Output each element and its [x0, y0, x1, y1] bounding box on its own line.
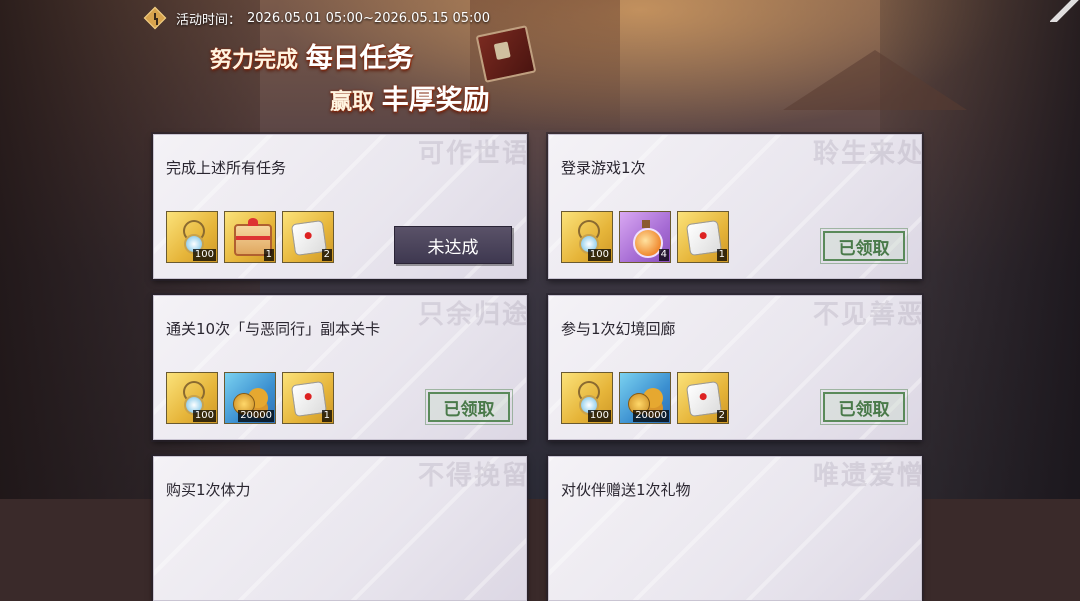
card-watermark-text: 只余归途 [417, 300, 527, 330]
reward-count: 100 [192, 410, 216, 422]
reward-count: 4 [658, 249, 669, 261]
claimed-stamp: 已领取 [425, 389, 513, 425]
card-watermark-text: 不得挽留 [417, 461, 527, 491]
event-time-bar: 活动时间： 2026.05.01 05:00~2026.05.15 05:00 [144, 7, 490, 29]
task-card: 不见善恶参与1次幻境回廊 100 20000 2 已领取 [548, 295, 922, 440]
reward-list: 100 4 1 [561, 211, 729, 263]
card-watermark-text: 唯遗爱憎 [812, 461, 922, 491]
reward-item[interactable]: 100 [166, 211, 218, 263]
reward-item[interactable]: 100 [561, 211, 613, 263]
task-card: 不得挽留购买1次体力 [153, 456, 527, 601]
pendant-icon [574, 381, 600, 415]
reward-item[interactable]: 20000 [224, 372, 276, 424]
task-title: 通关10次「与恶同行」副本关卡 [166, 320, 381, 338]
reward-item[interactable]: 100 [561, 372, 613, 424]
card-watermark-text: 不见善恶 [812, 300, 922, 330]
reward-item[interactable]: 1 [282, 372, 334, 424]
banner-line-1-prefix: 努力完成 [210, 47, 299, 73]
banner-line-1-emphasis: 每日任务 [305, 43, 414, 74]
claimed-stamp: 已领取 [820, 389, 908, 425]
potion-icon [633, 220, 663, 258]
task-card: 聆生来处登录游戏1次 100 4 1 已领取 [548, 134, 922, 279]
banner-line-2-prefix: 赢取 [330, 89, 375, 115]
task-title: 登录游戏1次 [561, 159, 646, 177]
coins-icon [628, 385, 664, 415]
incomplete-button[interactable]: 未达成 [394, 226, 512, 264]
reward-count: 1 [716, 249, 727, 261]
reward-item[interactable]: 1 [677, 211, 729, 263]
reward-count: 100 [587, 410, 611, 422]
reward-count: 1 [321, 410, 332, 422]
reward-count: 20000 [238, 410, 274, 422]
reward-count: 100 [587, 249, 611, 261]
reward-count: 2 [321, 249, 332, 261]
reward-count: 100 [192, 249, 216, 261]
pendant-icon [179, 220, 205, 254]
clock-icon [144, 7, 166, 29]
reward-count: 1 [263, 249, 274, 261]
task-title: 完成上述所有任务 [166, 159, 287, 177]
card-watermark-text: 可作世语 [417, 139, 527, 169]
claimed-stamp: 已领取 [820, 228, 908, 264]
reward-item[interactable]: 1 [224, 211, 276, 263]
reward-list: 100 20000 1 [166, 372, 334, 424]
reward-list: 100 20000 2 [561, 372, 729, 424]
event-time-value: 2026.05.01 05:00~2026.05.15 05:00 [247, 10, 490, 26]
reward-item[interactable]: 2 [282, 211, 334, 263]
banner-line-2-emphasis: 丰厚奖励 [381, 85, 490, 116]
task-title: 参与1次幻境回廊 [561, 320, 676, 338]
reward-count: 2 [716, 410, 727, 422]
pendant-icon [574, 220, 600, 254]
reward-count: 20000 [633, 410, 669, 422]
pendant-icon [179, 381, 205, 415]
reward-item[interactable]: 4 [619, 211, 671, 263]
reward-item[interactable]: 2 [677, 372, 729, 424]
reward-list: 100 1 2 [166, 211, 334, 263]
corner-close-icon[interactable] [1050, 0, 1080, 22]
task-card: 唯遗爱憎对伙伴赠送1次礼物 [548, 456, 922, 601]
task-card: 可作世语完成上述所有任务 100 1 2 未达成 [153, 134, 527, 279]
reward-item[interactable]: 100 [166, 372, 218, 424]
coins-icon [233, 385, 269, 415]
event-time-label: 活动时间： [176, 12, 242, 28]
reward-item[interactable]: 20000 [619, 372, 671, 424]
banner-line-2: 赢取 丰厚奖励 [330, 78, 490, 117]
task-title: 对伙伴赠送1次礼物 [561, 481, 691, 499]
task-title: 购买1次体力 [166, 481, 251, 499]
card-watermark-text: 聆生来处 [812, 139, 922, 169]
banner-line-1: 努力完成 每日任务 [210, 36, 414, 75]
task-card: 只余归途通关10次「与恶同行」副本关卡 100 20000 1 已领取 [153, 295, 527, 440]
